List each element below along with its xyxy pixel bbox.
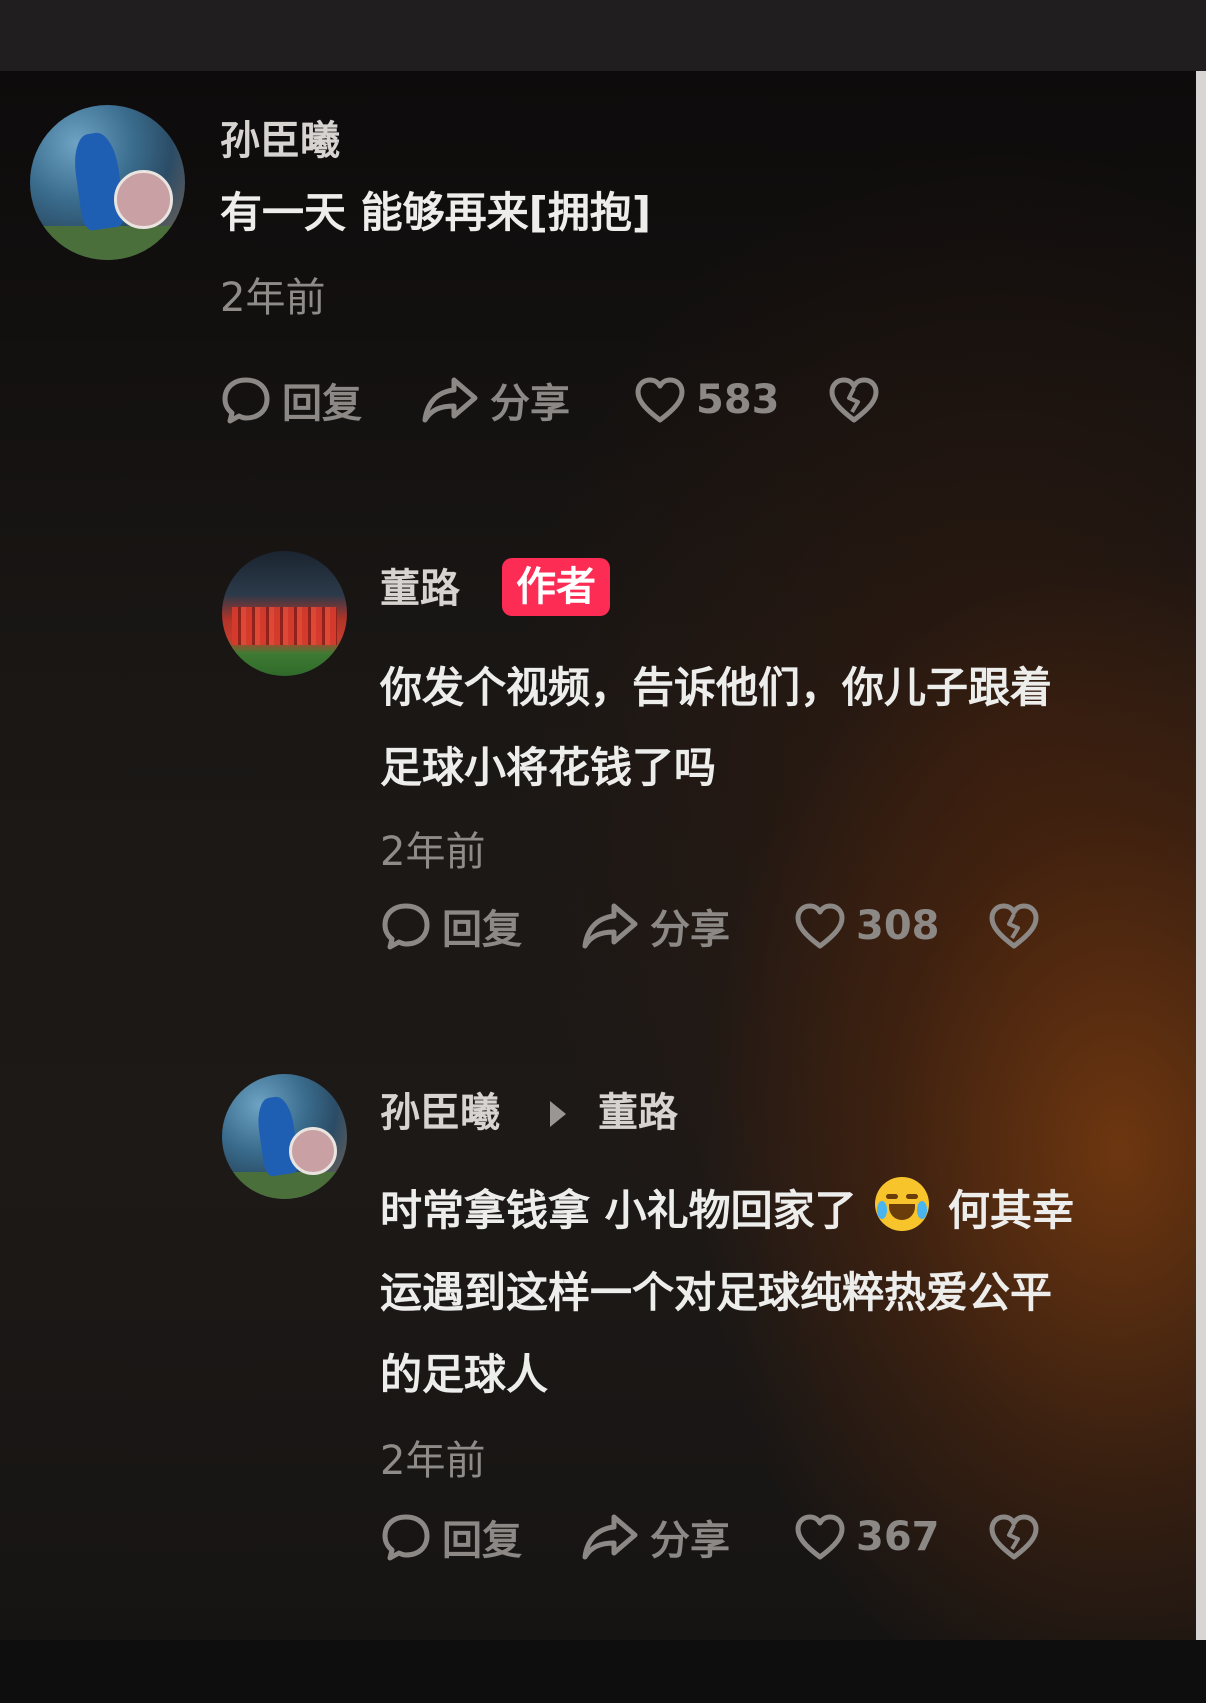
bottom-bar [0,1640,1206,1703]
share-button[interactable]: 分享 [420,370,570,430]
reply-button[interactable]: 回复 [380,1507,522,1567]
reply-button[interactable]: 回复 [380,896,522,956]
comment-author[interactable]: 孙臣曦 [380,1089,500,1137]
avatar[interactable] [222,551,347,676]
comment-text: 有一天 能够再来[拥抱] [220,188,652,237]
scrollbar-track [1196,71,1206,1640]
comment-time: 2年前 [380,1438,486,1484]
comment-time: 2年前 [380,829,486,875]
share-button[interactable]: 分享 [580,1507,730,1567]
share-arrow-icon [582,1514,638,1560]
reply-button[interactable]: 回复 [220,370,362,430]
crying-laughing-emoji-icon [875,1177,930,1231]
share-label: 分享 [650,907,730,953]
comment-author[interactable]: 孙臣曦 [220,117,340,165]
comment-bubble-icon [222,377,270,424]
comment-text-line: 足球小将花钱了吗 [380,743,717,792]
comment-text-line: 你发个视频，告诉他们，你儿子跟着 [380,663,1053,712]
like-button[interactable]: 308 [794,896,940,956]
share-label: 分享 [650,1518,730,1564]
reply-label: 回复 [442,1518,522,1564]
broken-heart-icon [829,377,879,423]
comment-bubble-icon [382,1514,430,1561]
share-label: 分享 [490,381,570,427]
comment-text-line: 时常拿钱拿 小礼物回家了 何其幸 [380,1171,1074,1251]
comment-text-line: 运遇到这样一个对足球纯粹热爱公平 [380,1268,1053,1317]
comment-text-segment: 何其幸 [947,1186,1074,1235]
comment-bubble-icon [382,903,430,950]
dislike-button[interactable] [988,1507,1040,1567]
comment-panel[interactable]: 孙臣曦 有一天 能够再来[拥抱] 2年前 回复 分享 583 董路 作者 你发个… [0,71,1196,1640]
reply-arrow-icon [550,1101,566,1127]
comment-text-line: 的足球人 [380,1350,549,1399]
like-count: 583 [696,377,780,423]
broken-heart-icon [989,1514,1039,1560]
comment-time: 2年前 [220,275,326,321]
heart-icon [795,903,845,949]
heart-icon [635,377,685,423]
broken-heart-icon [989,903,1039,949]
avatar[interactable] [222,1074,347,1199]
like-count: 367 [856,1514,940,1560]
reply-label: 回复 [442,907,522,953]
share-arrow-icon [422,377,478,423]
reply-target-author[interactable]: 董路 [598,1089,678,1137]
comment-text-segment: 时常拿钱拿 小礼物回家了 [380,1186,857,1235]
share-button[interactable]: 分享 [580,896,730,956]
dislike-button[interactable] [988,896,1040,956]
like-button[interactable]: 583 [634,370,780,430]
like-count: 308 [856,903,940,949]
share-arrow-icon [582,903,638,949]
reply-label: 回复 [282,381,362,427]
like-button[interactable]: 367 [794,1507,940,1567]
status-bar [0,0,1206,71]
avatar[interactable] [30,105,185,260]
comment-author[interactable]: 董路 [380,565,460,613]
dislike-button[interactable] [828,370,880,430]
author-badge: 作者 [502,558,610,616]
heart-icon [795,1514,845,1560]
